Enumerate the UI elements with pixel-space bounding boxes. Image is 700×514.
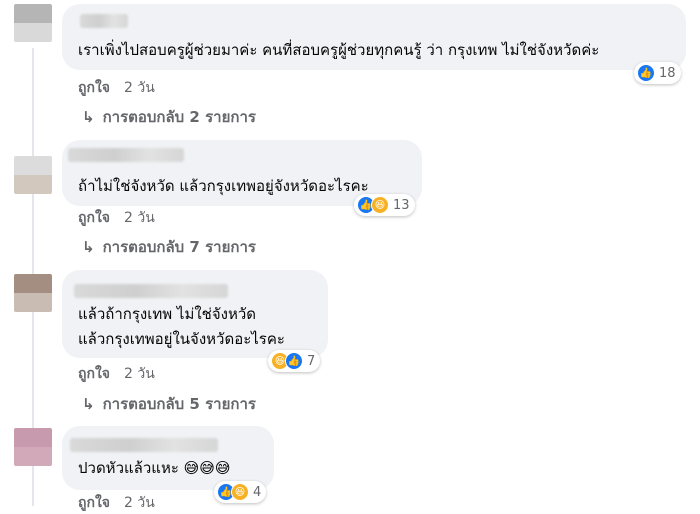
laughing-face-icon: 😆 — [231, 483, 249, 501]
like-action[interactable]: ถูกใจ — [78, 495, 110, 511]
reaction-summary[interactable]: 👍 😆 4 — [214, 481, 267, 503]
view-replies-link[interactable]: ↳ การตอบกลับ 7 รายการ — [82, 235, 256, 259]
reaction-count: 4 — [253, 484, 262, 500]
thumbs-up-icon: 👍 — [637, 64, 655, 82]
commenter-name[interactable] — [70, 438, 218, 452]
comment-text: ถ้าไม่ใช่จังหวัด แล้วกรุงเทพอยู่จังหวัดอ… — [78, 177, 369, 195]
avatar[interactable] — [14, 274, 52, 312]
commenter-name[interactable] — [80, 14, 128, 28]
reaction-count: 7 — [307, 353, 316, 369]
like-action[interactable]: ถูกใจ — [78, 80, 110, 96]
avatar[interactable] — [14, 428, 52, 466]
reaction-summary[interactable]: 👍 😆 13 — [354, 194, 415, 216]
timestamp[interactable]: 2 วัน — [124, 366, 155, 382]
timestamp[interactable]: 2 วัน — [124, 210, 155, 226]
comment-text: ปวดหัวแล้วแหะ 😅😅😅 — [78, 459, 231, 477]
comment-actions: ถูกใจ 2 วัน — [78, 207, 155, 229]
like-action[interactable]: ถูกใจ — [78, 210, 110, 226]
view-replies-link[interactable]: ↳ การตอบกลับ 2 รายการ — [82, 105, 256, 129]
thumbs-up-icon: 👍 — [285, 352, 303, 370]
avatar[interactable] — [14, 4, 52, 42]
commenter-name[interactable] — [74, 284, 228, 298]
comment-bubble: เราเพิ่งไปสอบครูผู้ช่วยมาค่ะ คนที่สอบครู… — [62, 4, 686, 70]
comment-bubble: แล้วถ้ากรุงเทพ ไม่ใช่จังหวัด แล้วกรุงเทพ… — [62, 270, 328, 358]
like-action[interactable]: ถูกใจ — [78, 366, 110, 382]
avatar[interactable] — [14, 156, 52, 194]
view-replies-link[interactable]: ↳ การตอบกลับ 5 รายการ — [82, 392, 256, 416]
reply-arrow-icon: ↳ — [82, 108, 95, 126]
reaction-summary[interactable]: 😆 👍 7 — [268, 350, 321, 372]
comment-text: แล้วถ้ากรุงเทพ ไม่ใช่จังหวัด — [78, 305, 257, 323]
timestamp[interactable]: 2 วัน — [124, 80, 155, 96]
reaction-count: 13 — [393, 197, 410, 213]
reply-arrow-icon: ↳ — [82, 238, 95, 256]
comment-actions: ถูกใจ 2 วัน — [78, 363, 155, 385]
reaction-count: 18 — [659, 65, 676, 81]
laughing-face-icon: 😆 — [371, 196, 389, 214]
reaction-summary[interactable]: 👍 18 — [634, 62, 681, 84]
comment-text: เราเพิ่งไปสอบครูผู้ช่วยมาค่ะ คนที่สอบครู… — [78, 41, 600, 59]
comment-text: แล้วกรุงเทพอยู่ในจังหวัดอะไรคะ — [78, 330, 285, 348]
comment-actions: ถูกใจ 2 วัน — [78, 77, 155, 99]
reply-arrow-icon: ↳ — [82, 395, 95, 413]
comment-actions: ถูกใจ 2 วัน — [78, 492, 155, 514]
timestamp[interactable]: 2 วัน — [124, 495, 155, 511]
commenter-name[interactable] — [68, 148, 184, 162]
